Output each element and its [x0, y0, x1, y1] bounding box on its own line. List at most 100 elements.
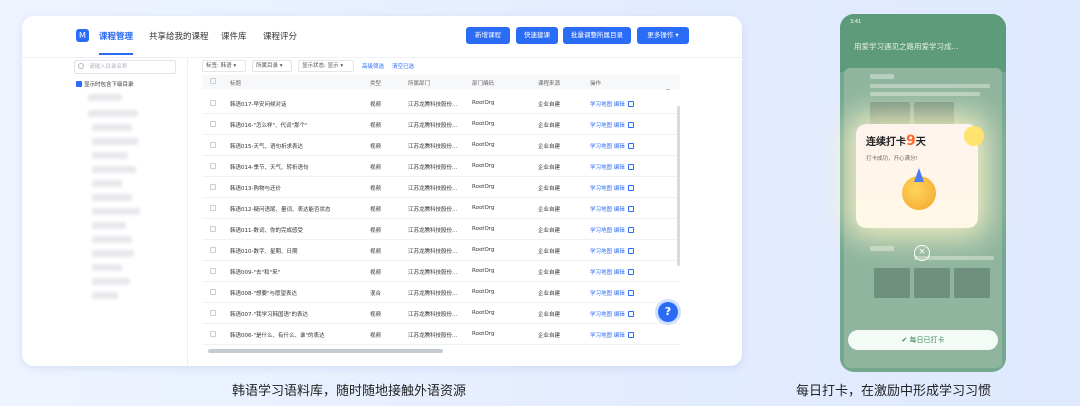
- tag-filter[interactable]: 标签: 韩语 ▾: [202, 60, 246, 72]
- study-map-link[interactable]: 学习地图: [590, 186, 612, 192]
- row-checkbox[interactable]: [210, 268, 216, 274]
- cell-title[interactable]: 韩语012-疑问语尾、量词、表达能否状态: [230, 205, 365, 213]
- cell-title[interactable]: 韩语015-天气、语句祈求表达: [230, 142, 365, 150]
- feed-image[interactable]: [874, 268, 910, 298]
- table-row[interactable]: 韩语007-"我学习韩国语"的表达 视频 江苏龙腾科技股份... RootOrg 企业自…: [202, 303, 680, 324]
- tree-item[interactable]: [92, 180, 122, 187]
- table-row[interactable]: 韩语010-数字、星期、日期 视频 江苏龙腾科技股份... RootOrg 企业自建 学习…: [202, 240, 680, 261]
- display-status-filter[interactable]: 显示状态: 显示 ▾: [298, 60, 354, 72]
- edit-link[interactable]: 编辑: [614, 123, 625, 129]
- batch-adjust-button[interactable]: 批量调整所属目录: [563, 27, 631, 44]
- new-course-button[interactable]: 新增课程: [466, 27, 510, 44]
- row-checkbox[interactable]: [210, 100, 216, 106]
- feed-image[interactable]: [954, 268, 990, 298]
- study-map-link[interactable]: 学习地图: [590, 249, 612, 255]
- tree-item[interactable]: [88, 94, 122, 101]
- advanced-filter-link[interactable]: 高级筛选: [362, 62, 384, 70]
- help-button[interactable]: ?: [658, 302, 678, 322]
- table-row[interactable]: 韩语015-天气、语句祈求表达 视频 江苏龙腾科技股份... RootOrg 企业自建 学…: [202, 135, 680, 156]
- cell-title[interactable]: 韩语011-数词、你的完成感受: [230, 226, 365, 234]
- study-map-link[interactable]: 学习地图: [590, 270, 612, 276]
- daily-punch-button[interactable]: ✔ 每日已打卡: [848, 330, 998, 350]
- tree-item[interactable]: [92, 208, 140, 215]
- edit-link[interactable]: 编辑: [614, 333, 625, 339]
- row-checkbox[interactable]: [210, 289, 216, 295]
- tree-item[interactable]: [92, 138, 138, 145]
- tree-item[interactable]: [92, 152, 128, 159]
- study-map-link[interactable]: 学习地图: [590, 333, 612, 339]
- edit-link[interactable]: 编辑: [614, 312, 625, 318]
- table-row[interactable]: 韩语016-"怎么样"、代词"那个" 视频 江苏龙腾科技股份... RootOrg 企业…: [202, 114, 680, 135]
- feed-image[interactable]: [914, 268, 950, 298]
- edit-link[interactable]: 编辑: [614, 291, 625, 297]
- preview-icon[interactable]: [627, 227, 634, 233]
- study-map-link[interactable]: 学习地图: [590, 312, 612, 318]
- preview-icon[interactable]: [627, 206, 634, 212]
- preview-icon[interactable]: [627, 143, 634, 149]
- table-row[interactable]: 韩语006-"是什么、有什么、谁"的表达 视频 江苏龙腾科技股份... RootOrg…: [202, 324, 680, 345]
- table-row[interactable]: 韩语011-数词、你的完成感受 视频 江苏龙腾科技股份... RootOrg 企业自建 学…: [202, 219, 680, 240]
- study-map-link[interactable]: 学习地图: [590, 144, 612, 150]
- row-checkbox[interactable]: [210, 331, 216, 337]
- edit-link[interactable]: 编辑: [614, 144, 625, 150]
- cell-title[interactable]: 韩语010-数字、星期、日期: [230, 247, 365, 255]
- row-checkbox[interactable]: [210, 247, 216, 253]
- edit-link[interactable]: 编辑: [614, 228, 625, 234]
- table-row[interactable]: 韩语008-"想要"与愿望表达 混合 江苏龙腾科技股份... RootOrg 企业自建 学…: [202, 282, 680, 303]
- row-checkbox[interactable]: [210, 205, 216, 211]
- table-row[interactable]: 韩语013-购物与还价 视频 江苏龙腾科技股份... RootOrg 企业自建 学习地图 …: [202, 177, 680, 198]
- table-row[interactable]: 韩语017-早安问候对话 视频 江苏龙腾科技股份... RootOrg 企业自建 学习地图…: [202, 93, 680, 114]
- cell-title[interactable]: 韩语006-"是什么、有什么、谁"的表达: [230, 331, 365, 339]
- tab-course-management[interactable]: 课程管理: [99, 30, 133, 42]
- tree-item[interactable]: [92, 194, 132, 201]
- edit-link[interactable]: 编辑: [614, 165, 625, 171]
- row-checkbox[interactable]: [210, 184, 216, 190]
- preview-icon[interactable]: [627, 332, 634, 338]
- select-all-checkbox[interactable]: [210, 78, 216, 84]
- tree-item[interactable]: [88, 110, 138, 117]
- study-map-link[interactable]: 学习地图: [590, 165, 612, 171]
- row-checkbox[interactable]: [210, 310, 216, 316]
- tree-item[interactable]: [92, 292, 118, 299]
- preview-icon[interactable]: [627, 269, 634, 275]
- preview-icon[interactable]: [627, 101, 634, 107]
- horizontal-scrollbar[interactable]: [208, 349, 443, 353]
- edit-link[interactable]: 编辑: [614, 102, 625, 108]
- preview-icon[interactable]: [627, 290, 634, 296]
- cell-title[interactable]: 韩语014-季节、天气、转折语句: [230, 163, 365, 171]
- edit-link[interactable]: 编辑: [614, 270, 625, 276]
- preview-icon[interactable]: [627, 311, 634, 317]
- study-map-link[interactable]: 学习地图: [590, 102, 612, 108]
- row-checkbox[interactable]: [210, 121, 216, 127]
- table-row[interactable]: 韩语009-"去"和"来" 视频 江苏龙腾科技股份... RootOrg 企业自建 学习地…: [202, 261, 680, 282]
- study-map-link[interactable]: 学习地图: [590, 207, 612, 213]
- tree-item[interactable]: [92, 222, 126, 229]
- study-map-link[interactable]: 学习地图: [590, 228, 612, 234]
- study-map-link[interactable]: 学习地图: [590, 123, 612, 129]
- directory-search-input[interactable]: 请输入目录名称: [74, 60, 176, 74]
- study-map-link[interactable]: 学习地图: [590, 291, 612, 297]
- quick-create-button[interactable]: 快速建课: [516, 27, 558, 44]
- tree-item[interactable]: [92, 250, 134, 257]
- preview-icon[interactable]: [627, 185, 634, 191]
- tab-course-rating[interactable]: 课程评分: [263, 30, 297, 42]
- tab-courseware[interactable]: 课件库: [221, 30, 247, 42]
- cell-title[interactable]: 韩语007-"我学习韩国语"的表达: [230, 310, 365, 318]
- tree-item[interactable]: [92, 278, 130, 285]
- preview-icon[interactable]: [627, 122, 634, 128]
- edit-link[interactable]: 编辑: [614, 249, 625, 255]
- more-actions-button[interactable]: 更多操作 ▾: [637, 27, 689, 44]
- row-checkbox[interactable]: [210, 142, 216, 148]
- tree-item[interactable]: [92, 166, 136, 173]
- clear-filter-link[interactable]: 清空已选: [392, 62, 414, 70]
- table-row[interactable]: 韩语014-季节、天气、转折语句 视频 江苏龙腾科技股份... RootOrg 企业自建…: [202, 156, 680, 177]
- cell-title[interactable]: 韩语008-"想要"与愿望表达: [230, 289, 365, 297]
- tree-item[interactable]: [92, 236, 132, 243]
- tree-item[interactable]: [92, 124, 132, 131]
- edit-link[interactable]: 编辑: [614, 207, 625, 213]
- tab-shared-courses[interactable]: 共享给我的课程: [149, 30, 209, 42]
- cell-title[interactable]: 韩语013-购物与还价: [230, 184, 365, 192]
- tree-item[interactable]: [92, 264, 122, 271]
- row-checkbox[interactable]: [210, 226, 216, 232]
- preview-icon[interactable]: [627, 164, 634, 170]
